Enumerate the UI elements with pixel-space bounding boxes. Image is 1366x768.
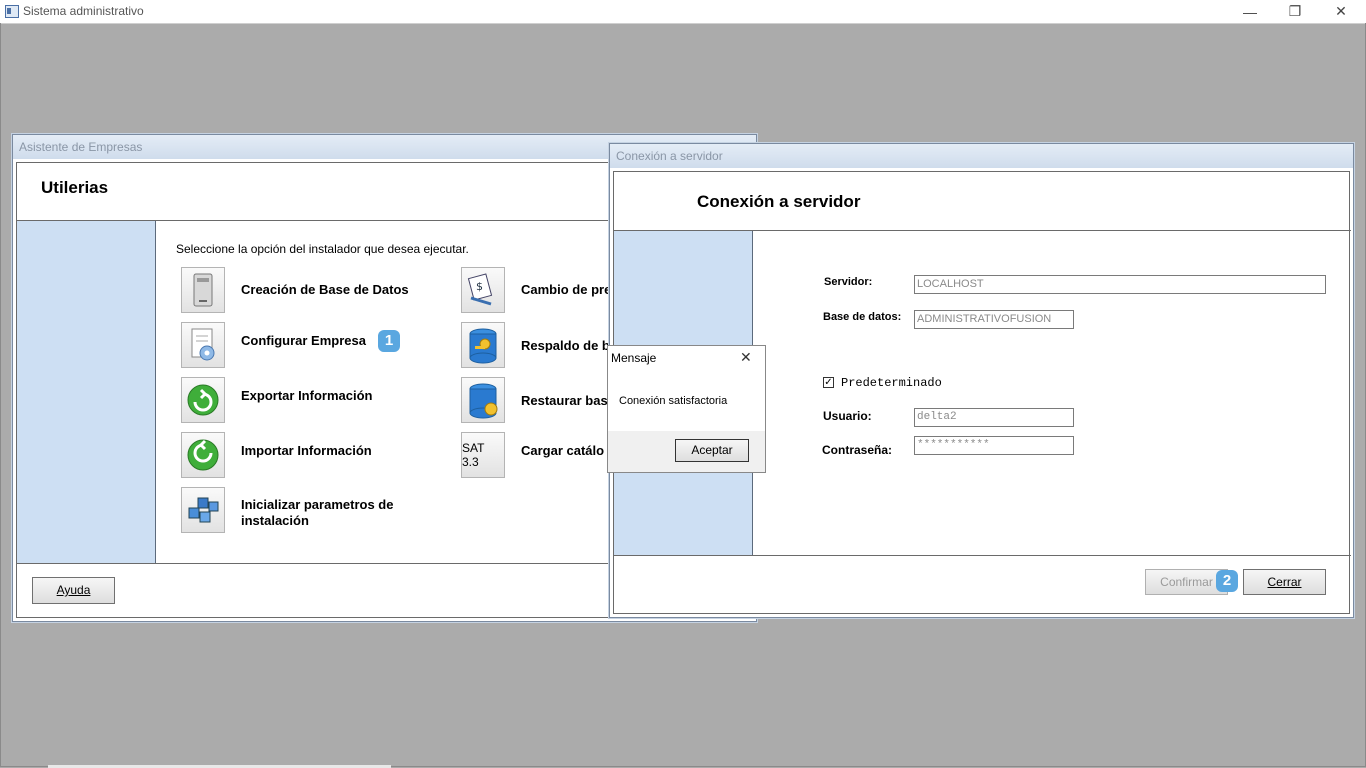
database-key-icon[interactable] <box>461 322 505 368</box>
option-restaurar[interactable]: Restaurar bas <box>521 393 608 409</box>
base-datos-label: Base de datos: <box>823 311 902 323</box>
option-configurar-empresa[interactable]: Configurar Empresa <box>241 333 366 349</box>
predeterminado-label[interactable]: Predeterminado <box>841 376 942 390</box>
svg-text:$: $ <box>476 280 483 293</box>
sat-catalog-icon[interactable]: SAT 3.3 <box>461 432 505 478</box>
option-respaldo[interactable]: Respaldo de b <box>521 338 610 354</box>
minimize-button[interactable]: — <box>1227 0 1273 23</box>
import-arrow-icon[interactable] <box>181 432 225 478</box>
main-titlebar: Sistema administrativo — ❐ ✕ <box>0 0 1366 24</box>
conexion-titlebar: Conexión a servidor <box>610 144 1353 168</box>
instruction-text: Seleccione la opción del instalador que … <box>176 242 469 256</box>
close-button[interactable]: ✕ <box>1318 0 1364 23</box>
asistente-side-panel <box>17 221 156 563</box>
step-badge-1: 1 <box>378 330 400 352</box>
asistente-header: Utilerias <box>41 178 109 197</box>
predeterminado-checkbox[interactable]: ✓ <box>823 377 834 388</box>
option-creacion-bd[interactable]: Creación de Base de Datos <box>241 282 409 298</box>
usuario-field[interactable]: delta2 <box>914 408 1074 427</box>
option-exportar[interactable]: Exportar Información <box>241 388 372 404</box>
mensaje-close-icon[interactable]: ✕ <box>740 349 752 366</box>
servidor-field[interactable]: LOCALHOST <box>914 275 1326 294</box>
app-icon <box>5 5 19 18</box>
server-icon[interactable] <box>181 267 225 313</box>
mensaje-dialog: Mensaje ✕ Conexión satisfactoria Aceptar <box>607 345 766 473</box>
usuario-label: Usuario: <box>823 409 872 423</box>
conexion-footer-divider <box>614 555 1351 556</box>
option-cambio-precios[interactable]: Cambio de pre <box>521 282 611 298</box>
cubes-icon[interactable] <box>181 487 225 533</box>
option-importar[interactable]: Importar Información <box>241 443 372 459</box>
close-dialog-button[interactable]: Cerrar <box>1243 569 1326 595</box>
conexion-header: Conexión a servidor <box>697 192 861 211</box>
option-cargar-catalogos[interactable]: Cargar catálo <box>521 443 604 459</box>
servidor-label: Servidor: <box>824 276 873 288</box>
help-button[interactable]: Ayuda <box>32 577 115 604</box>
price-change-icon[interactable]: $ <box>461 267 505 313</box>
mensaje-title: Mensaje <box>611 351 657 365</box>
contrasena-field[interactable]: *********** <box>914 436 1074 455</box>
option-inicializar[interactable]: Inicializar parametros de instalación <box>241 497 441 529</box>
main-window-title: Sistema administrativo <box>23 4 144 18</box>
base-datos-field[interactable]: ADMINISTRATIVOFUSION <box>914 310 1074 329</box>
database-gear-icon[interactable] <box>461 377 505 423</box>
restore-button[interactable]: ❐ <box>1272 0 1318 23</box>
document-gear-icon[interactable] <box>181 322 225 368</box>
export-arrow-icon[interactable] <box>181 377 225 423</box>
aceptar-button[interactable]: Aceptar <box>675 439 749 462</box>
mensaje-text: Conexión satisfactoria <box>619 395 728 407</box>
step-badge-2: 2 <box>1216 570 1238 592</box>
contrasena-label: Contraseña: <box>822 443 893 457</box>
